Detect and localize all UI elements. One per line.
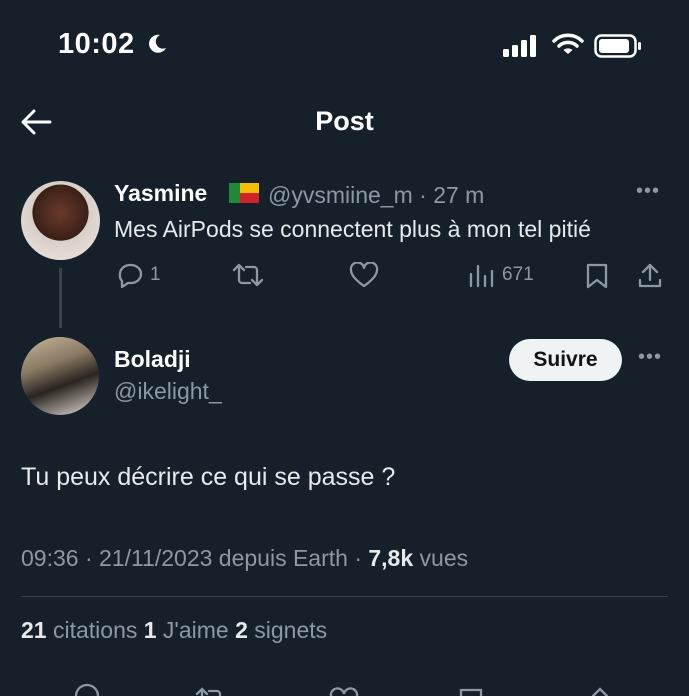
likes-count[interactable]: 1 bbox=[144, 617, 157, 643]
bookmark-button[interactable] bbox=[585, 262, 609, 290]
quotes-label[interactable]: citations bbox=[47, 617, 144, 643]
page-title: Post bbox=[315, 106, 374, 136]
wifi-icon bbox=[552, 33, 584, 54]
more-options-icon[interactable]: ••• bbox=[638, 346, 662, 369]
battery-icon bbox=[594, 34, 641, 58]
reply-icon[interactable] bbox=[72, 680, 102, 696]
views-button[interactable]: 671 bbox=[468, 262, 534, 288]
tweet-text: Tu peux décrire ce qui se passe ? bbox=[21, 463, 396, 491]
analytics-icon bbox=[469, 264, 494, 288]
author-name[interactable]: Yasmine bbox=[114, 180, 207, 207]
likes-label[interactable]: J'aime bbox=[157, 617, 236, 643]
retweet-icon[interactable] bbox=[194, 680, 228, 696]
timestamp: 09:36 · 21/11/2023 depuis Earth · bbox=[21, 545, 369, 571]
reply-icon bbox=[118, 263, 143, 288]
tweet-meta: 09:36 · 21/11/2023 depuis Earth · 7,8k v… bbox=[21, 545, 468, 572]
tweet-text: Mes AirPods se connectent plus à mon tel… bbox=[114, 216, 591, 242]
views-label: vues bbox=[413, 545, 469, 571]
share-icon[interactable] bbox=[586, 680, 614, 696]
bookmarks-label[interactable]: signets bbox=[248, 617, 327, 643]
moon-icon bbox=[149, 34, 166, 53]
heart-icon bbox=[349, 262, 379, 288]
reply-button[interactable]: 1 bbox=[116, 262, 161, 288]
bookmark-icon[interactable] bbox=[458, 680, 484, 696]
views-count: 7,8k bbox=[368, 545, 414, 571]
author-handle[interactable]: @ikelight_ bbox=[114, 378, 222, 405]
share-icon bbox=[638, 263, 662, 288]
view-count: 671 bbox=[502, 264, 534, 285]
avatar[interactable] bbox=[21, 181, 100, 260]
benin-flag-icon bbox=[229, 183, 259, 203]
cellular-signal-icon bbox=[503, 35, 536, 57]
divider bbox=[21, 596, 668, 597]
quotes-count[interactable]: 21 bbox=[21, 617, 47, 643]
reply-count: 1 bbox=[150, 264, 161, 285]
bookmarks-count[interactable]: 2 bbox=[235, 617, 248, 643]
author-handle-time[interactable]: @yvsmiine_m · 27 m bbox=[268, 182, 484, 209]
bookmark-icon bbox=[586, 263, 608, 289]
author-name[interactable]: Boladji bbox=[114, 346, 191, 373]
more-options-icon[interactable]: ••• bbox=[636, 180, 660, 203]
engagement-stats: 21 citations 1 J'aime 2 signets bbox=[21, 617, 327, 644]
heart-icon[interactable] bbox=[329, 680, 359, 696]
follow-button[interactable]: Suivre bbox=[509, 339, 622, 381]
avatar[interactable] bbox=[21, 337, 99, 415]
retweet-button[interactable] bbox=[231, 262, 265, 288]
share-button[interactable] bbox=[636, 262, 664, 290]
retweet-icon bbox=[232, 263, 264, 287]
like-button[interactable] bbox=[349, 262, 379, 288]
status-time: 10:02 bbox=[58, 28, 135, 60]
thread-connector bbox=[59, 268, 62, 328]
